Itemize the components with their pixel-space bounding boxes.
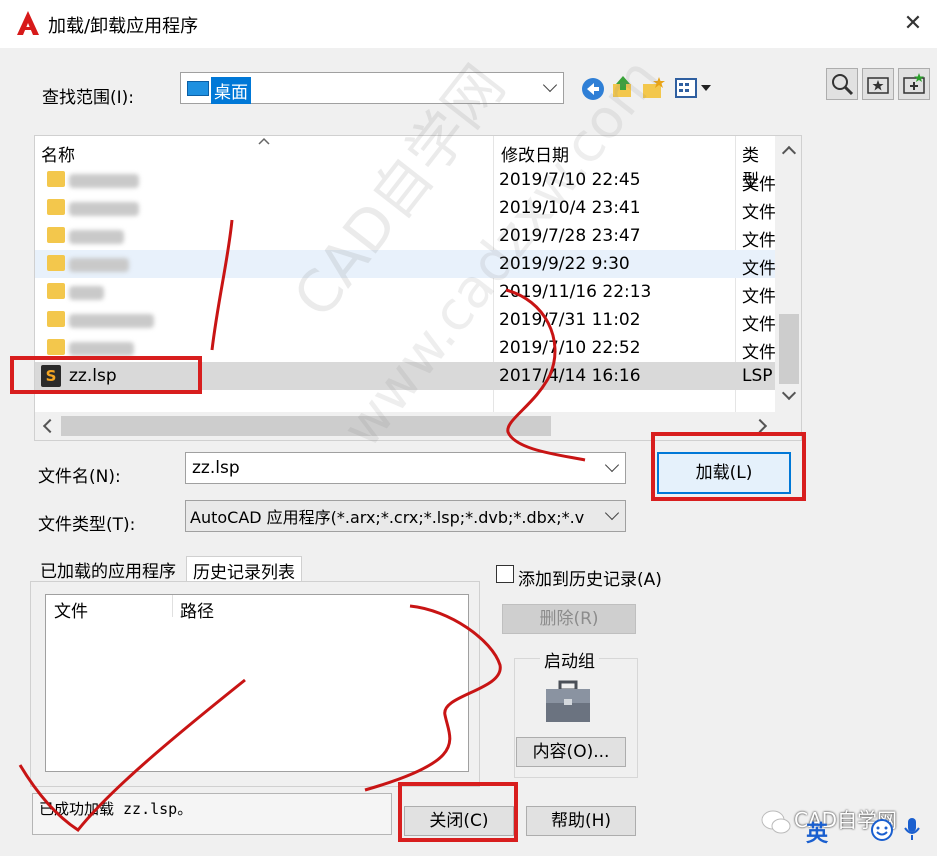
wechat-badge: CAD自学网 英 (760, 800, 930, 847)
ime-indicator: 英 (806, 822, 829, 847)
wechat-icon (761, 810, 791, 834)
annotation-strokes (18, 219, 586, 833)
microphone-icon (904, 818, 920, 840)
load-unload-dialog: 加载/卸载应用程序 ✕ 查找范围(I): 桌面 名称 修改日期 类型 2019/… (0, 0, 937, 856)
smiley-icon (871, 819, 893, 841)
